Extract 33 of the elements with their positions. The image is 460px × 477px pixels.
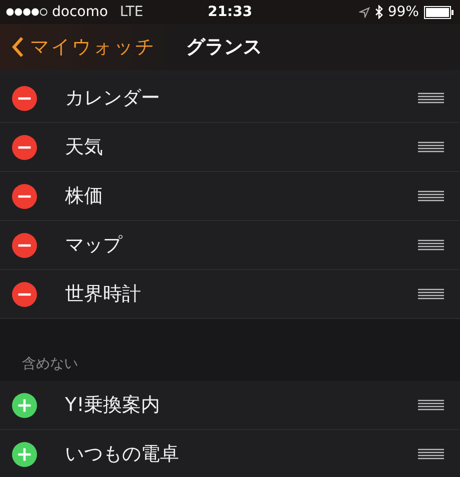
glance-name: 株価 — [65, 184, 104, 209]
remove-icon[interactable] — [12, 232, 37, 258]
glance-name: 天気 — [65, 135, 104, 160]
remove-icon[interactable] — [12, 86, 37, 110]
network-type: LTE — [120, 4, 144, 20]
section-header: 含めない — [22, 355, 78, 373]
glance-name: Y!乗換案内 — [65, 393, 162, 418]
screen-title: グランス — [186, 35, 262, 60]
carrier-name: docomo — [52, 4, 108, 20]
back-button[interactable]: マイウォッチ — [12, 34, 156, 60]
reorder-handle-icon[interactable] — [418, 190, 444, 202]
signal-icon — [6, 8, 48, 16]
glance-name: いつもの電卓 — [65, 442, 180, 467]
remove-icon[interactable] — [12, 134, 37, 160]
reorder-handle-icon[interactable] — [418, 399, 444, 411]
glance-name: 世界時計 — [65, 282, 142, 307]
back-chevron-icon — [12, 36, 24, 58]
remove-icon[interactable] — [12, 282, 37, 306]
reorder-handle-icon[interactable] — [418, 141, 444, 153]
location-icon — [358, 6, 370, 18]
battery-percent: 99% — [388, 4, 419, 20]
remove-icon[interactable] — [12, 184, 37, 208]
add-icon[interactable] — [12, 392, 37, 418]
battery-icon — [424, 6, 454, 18]
bluetooth-icon — [374, 5, 383, 19]
glance-name: マップ — [65, 233, 124, 258]
reorder-handle-icon[interactable] — [418, 288, 444, 300]
reorder-handle-icon[interactable] — [418, 239, 444, 251]
glance-name: カレンダー — [65, 86, 161, 111]
reorder-handle-icon[interactable] — [418, 92, 444, 104]
reorder-handle-icon[interactable] — [418, 448, 444, 460]
clock: 21:33 — [208, 4, 252, 20]
add-icon[interactable] — [12, 442, 37, 466]
